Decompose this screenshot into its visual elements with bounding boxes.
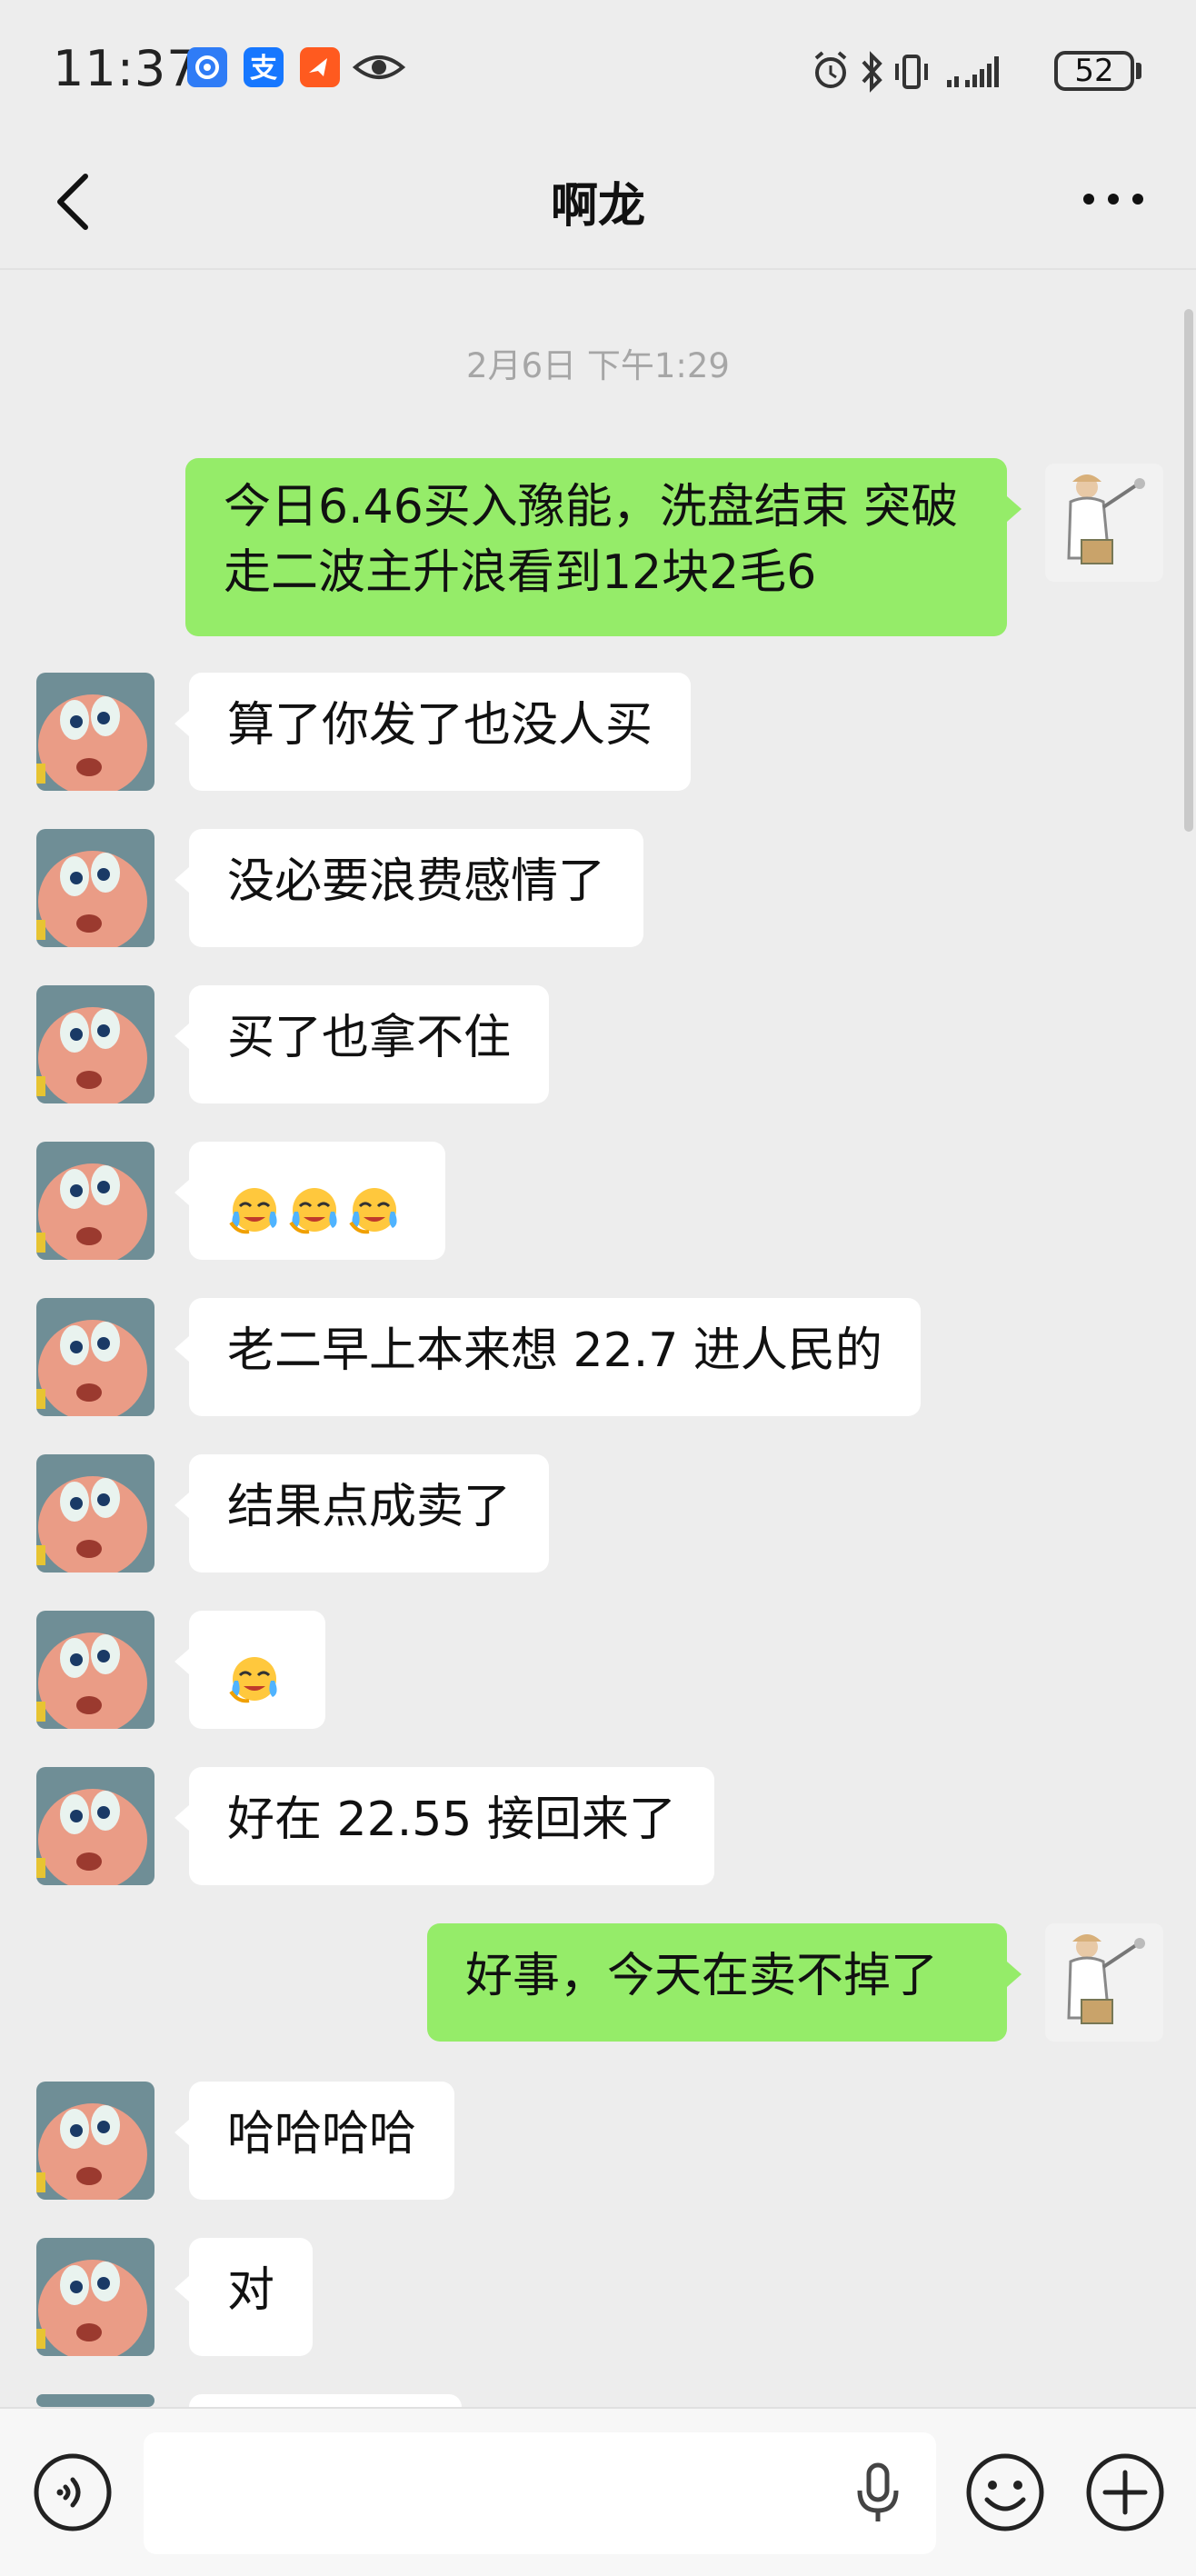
message-bubble-incoming[interactable] [189,2394,462,2407]
contact-avatar[interactable] [36,1767,154,1885]
eye-icon [353,47,405,87]
bluetooth-icon [862,51,882,93]
message-bubble-incoming[interactable]: 哈哈哈哈 [174,2082,455,2200]
svg-text:支: 支 [250,53,277,85]
contact-avatar[interactable] [36,673,154,791]
battery-icon: 52 [1054,51,1134,91]
chat-scrollbar[interactable] [1184,309,1193,832]
contact-avatar[interactable] [36,1611,154,1729]
message-bubble-incoming[interactable]: 老二早上本来想 22.7 进人民的 [174,1298,921,1416]
message-bubble-incoming[interactable]: 对 [174,2238,314,2356]
app-blue-icon [187,47,227,87]
contact-avatar[interactable] [36,2238,154,2356]
message-bubble-incoming[interactable]: 算了你发了也没人买 [174,673,692,791]
message-bubble-outgoing[interactable]: 好事，今天在卖不掉了 [427,1923,1022,2042]
contact-avatar[interactable] [36,1454,154,1573]
orange-app-icon [300,47,340,87]
chat-header: 啊龙 [0,136,1196,270]
face-with-tears-emoji [227,1181,282,1235]
alarm-icon [814,51,847,88]
contact-avatar[interactable] [36,985,154,1103]
message-text: 算了你发了也没人买 [227,698,653,753]
message-bubble-incoming[interactable] [174,1142,445,1260]
message-bubble-incoming[interactable] [174,1611,325,1729]
contact-avatar[interactable] [36,1298,154,1416]
voice-mode-button[interactable] [31,2451,115,2534]
message-bubble-incoming[interactable]: 好在 22.55 接回来了 [174,1767,714,1885]
status-time: 11:37 [53,40,199,97]
add-attachment-button[interactable] [1083,2451,1167,2534]
contact-avatar[interactable] [36,2394,154,2407]
message-bubble-incoming[interactable]: 没必要浪费感情了 [174,829,644,947]
message-bubble-incoming[interactable]: 买了也拿不住 [174,985,550,1103]
message-text: 哈哈哈哈 [227,2107,417,2162]
signal-icon [947,56,999,87]
chat-title: 啊龙 [550,179,645,234]
message-text: 老二早上本来想 22.7 进人民的 [227,1323,882,1378]
battery-cap [1136,63,1141,79]
microphone-icon[interactable] [854,2461,902,2523]
message-bubble-outgoing[interactable]: 今日6.46买入豫能，洗盘结束 突破走二波主升浪看到12块2毛6 [185,458,1022,636]
contact-avatar[interactable] [36,1142,154,1260]
alipay-icon: 支 [244,47,284,87]
message-text: 没必要浪费感情了 [227,854,606,909]
system-status-icons [814,51,999,93]
face-with-tears-emoji [347,1181,402,1235]
face-with-tears-emoji [287,1181,342,1235]
contact-avatar[interactable] [36,829,154,947]
message-text: 对 [227,2263,275,2318]
message-bubble-incoming[interactable]: 结果点成卖了 [174,1454,550,1573]
message-input[interactable] [144,2432,936,2554]
chat-input-bar [0,2407,1196,2576]
emoji-button[interactable] [963,2451,1047,2534]
vibrate-icon [895,55,928,89]
message-text: 好事，今天在卖不掉了 [465,1949,939,2003]
message-text: 买了也拿不住 [227,1011,512,1065]
message-text: 今日6.46买入豫能，洗盘结束 突破走二波主升浪看到12块2毛6 [224,480,959,600]
message-timestamp: 2月6日 下午1:29 [466,346,730,385]
my-avatar[interactable] [1045,1923,1163,2042]
message-text: 结果点成卖了 [227,1480,512,1534]
more-options-button[interactable] [1072,176,1154,222]
face-with-tears-emoji [227,1650,282,1704]
my-avatar[interactable] [1045,464,1163,582]
contact-avatar[interactable] [36,2082,154,2200]
message-text: 好在 22.55 接回来了 [227,1792,676,1847]
status-bar: 11:37 支 52 [0,0,1196,136]
